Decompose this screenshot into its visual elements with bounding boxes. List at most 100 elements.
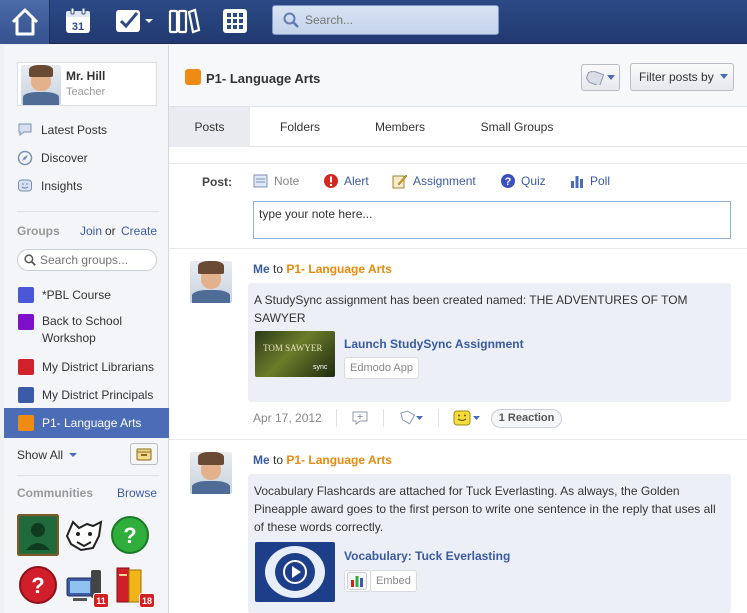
group-label: My District Librarians [42, 360, 155, 374]
alert-icon [323, 173, 339, 189]
post-body: Vocabulary Flashcards are attached for T… [248, 474, 731, 613]
main-content: P1- Language Arts Filter posts by Posts … [169, 45, 747, 613]
post-type-poll[interactable]: Poll [569, 172, 610, 190]
assignment-icon [392, 173, 408, 189]
post-type-note[interactable]: Note [253, 172, 299, 190]
avatar[interactable] [190, 452, 232, 494]
post-author-link[interactable]: Me [253, 262, 270, 276]
join-group-link[interactable]: Join [80, 224, 102, 238]
caret-down-icon [607, 74, 615, 80]
home-button[interactable] [0, 0, 50, 44]
community-help[interactable]: ? [109, 514, 151, 556]
attachment-app-chip[interactable]: Edmodo App [344, 357, 419, 379]
post-type-alert[interactable]: Alert [323, 172, 369, 190]
post-label: Post: [202, 175, 232, 189]
chart-icon [347, 572, 367, 590]
group-item-pbl-course[interactable]: *PBL Course [4, 285, 169, 305]
group-color-swatch [18, 287, 34, 303]
group-label: My District Principals [42, 388, 154, 402]
compass-icon [17, 150, 33, 166]
insights-icon [17, 179, 33, 193]
avatar[interactable] [190, 261, 232, 303]
group-item-back-to-school[interactable]: Back to School Workshop [4, 313, 169, 345]
community-reading[interactable]: 18 [109, 564, 155, 608]
play-icon [265, 546, 325, 598]
calendar-button[interactable]: 31 [61, 6, 95, 36]
notification-badge: 18 [138, 593, 155, 608]
attachment-title-link[interactable]: Launch StudySync Assignment [344, 335, 524, 353]
reply-icon[interactable] [351, 410, 369, 426]
filter-posts-dropdown[interactable]: Filter posts by [630, 63, 734, 91]
post-group-link[interactable]: P1- Language Arts [286, 453, 392, 467]
note-icon [253, 173, 269, 189]
community-technology[interactable]: 11 [63, 564, 109, 608]
assignments-button[interactable] [112, 6, 156, 36]
community-chalkboard[interactable] [16, 513, 60, 557]
post-item: Me to P1- Language Arts Vocabulary Flash… [169, 440, 747, 613]
group-search-input[interactable] [40, 253, 150, 267]
library-button[interactable] [167, 6, 201, 36]
attachment-thumbnail[interactable] [255, 542, 335, 602]
communities-heading: Communities [17, 486, 94, 500]
nav-label: Latest Posts [41, 123, 108, 137]
post-group-link[interactable]: P1- Language Arts [286, 262, 392, 276]
reaction-icon[interactable] [453, 410, 481, 426]
post-text: A StudySync assignment has been created … [254, 293, 688, 325]
tab-folders[interactable]: Folders [250, 107, 350, 147]
post-header: Me to P1- Language Arts [253, 453, 392, 467]
show-all-groups[interactable]: Show All [17, 448, 79, 462]
attachment-thumbnail[interactable]: TOM SAWYER sync [255, 331, 335, 377]
tab-small-groups[interactable]: Small Groups [450, 107, 584, 147]
embed-chip[interactable]: Embed [370, 570, 417, 592]
nav-insights[interactable]: Insights [17, 176, 82, 196]
create-group-link[interactable]: Create [121, 224, 157, 238]
group-label: Back to School [42, 314, 123, 328]
reaction-count-pill[interactable]: 1 Reaction [490, 408, 563, 428]
group-color-swatch [18, 415, 34, 431]
post-author-link[interactable]: Me [253, 453, 270, 467]
svg-text:TOM SAWYER: TOM SAWYER [263, 343, 322, 353]
group-item-district-librarians[interactable]: My District Librarians [4, 357, 169, 377]
group-color-swatch [18, 387, 34, 403]
tab-members[interactable]: Members [350, 107, 450, 147]
caret-down-icon [719, 74, 728, 79]
calendar-icon: 31 [66, 7, 90, 33]
group-label: P1- Language Arts [42, 416, 142, 430]
community-support[interactable]: ? [17, 564, 59, 606]
nav-label: Discover [41, 151, 88, 165]
panther-icon [65, 520, 103, 552]
note-input[interactable] [253, 201, 731, 239]
sidebar: Mr. Hill Teacher Latest Posts Discover I… [4, 45, 169, 613]
nav-label: Insights [41, 179, 83, 193]
profile-name[interactable]: Mr. Hill [66, 69, 105, 83]
tab-posts[interactable]: Posts [169, 107, 250, 147]
post-meta-row: Apr 17, 2012 1 Reaction [253, 408, 563, 428]
attachment-title-link[interactable]: Vocabulary: Tuck Everlasting [344, 547, 510, 565]
group-header: P1- Language Arts Filter posts by [169, 45, 747, 107]
apps-button[interactable] [218, 6, 252, 36]
search-input[interactable] [305, 13, 485, 27]
search-icon [24, 254, 36, 266]
tag-icon[interactable] [398, 410, 424, 426]
group-item-district-principals[interactable]: My District Principals [4, 385, 169, 405]
community-panther[interactable] [63, 514, 105, 556]
speech-bubble-icon [17, 123, 33, 137]
nav-latest-posts[interactable]: Latest Posts [17, 120, 107, 140]
caret-down-icon [69, 453, 78, 457]
chalkboard-icon [16, 513, 60, 557]
archived-groups-button[interactable] [130, 443, 158, 465]
post-type-assignment[interactable]: Assignment [392, 172, 476, 190]
library-icon [168, 8, 201, 34]
show-all-label: Show All [17, 448, 64, 462]
browse-communities-link[interactable]: Browse [117, 486, 157, 500]
nav-discover[interactable]: Discover [17, 148, 88, 168]
group-label: Workshop [42, 331, 96, 345]
tag-filter-button[interactable] [581, 64, 620, 91]
post-type-quiz[interactable]: ? Quiz [500, 172, 546, 190]
svg-text:?: ? [123, 523, 136, 548]
attachment-app-chip[interactable] [344, 570, 371, 592]
group-search[interactable] [17, 249, 157, 271]
group-item-p1-language-arts[interactable]: P1- Language Arts [4, 408, 169, 438]
global-search[interactable] [272, 5, 499, 35]
profile-card[interactable]: Mr. Hill Teacher [17, 62, 157, 106]
